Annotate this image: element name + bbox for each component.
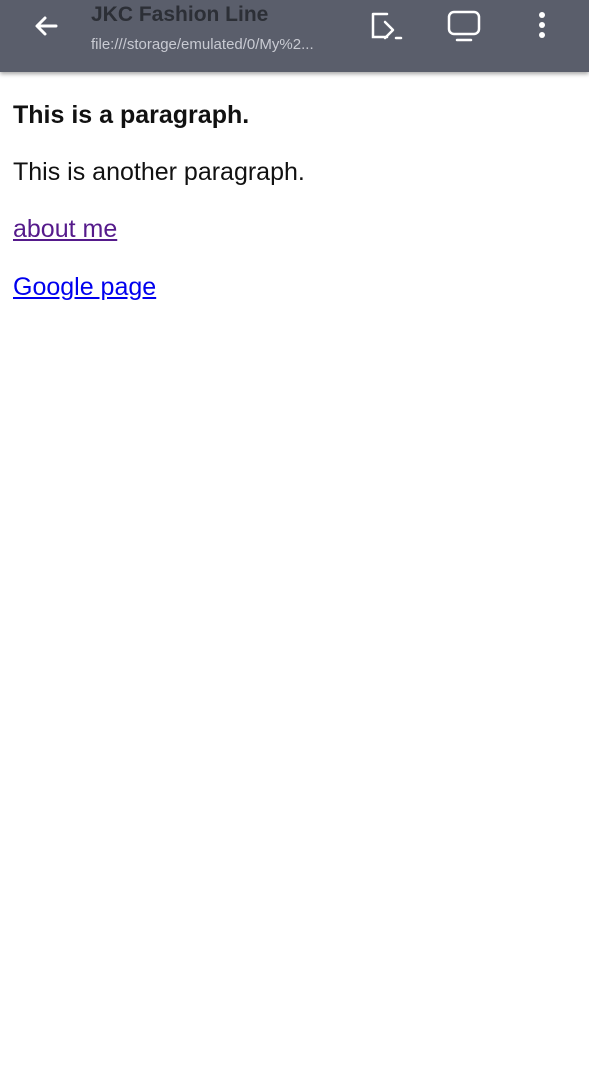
- google-page-link[interactable]: Google page: [13, 272, 156, 302]
- browser-toolbar: JKC Fashion Line file:///storage/emulate…: [0, 0, 589, 72]
- title-block: JKC Fashion Line file:///storage/emulate…: [91, 0, 351, 72]
- back-button[interactable]: [22, 6, 70, 46]
- bold-paragraph: This is a paragraph.: [13, 101, 250, 129]
- more-vert-icon: [539, 12, 545, 38]
- more-options-button[interactable]: [518, 4, 566, 48]
- about-me-link[interactable]: about me: [13, 214, 117, 244]
- tv-icon: [447, 10, 481, 42]
- open-with-button[interactable]: [362, 4, 410, 48]
- page-url: file:///storage/emulated/0/My%2...: [91, 36, 314, 53]
- open-with-icon: [371, 12, 403, 40]
- tv-button[interactable]: [440, 4, 488, 48]
- arrow-left-icon: [35, 16, 58, 36]
- page-title: JKC Fashion Line: [91, 3, 269, 26]
- paragraph: This is another paragraph.: [13, 158, 305, 186]
